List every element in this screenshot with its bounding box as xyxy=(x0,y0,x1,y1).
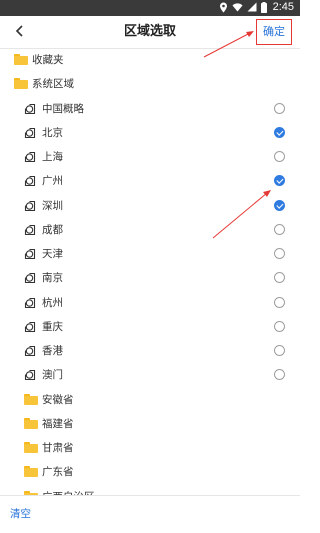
region-label: 成都 xyxy=(42,223,63,236)
region-row[interactable]: 成都 xyxy=(0,218,300,242)
back-button[interactable] xyxy=(10,21,30,41)
region-tree: 收藏夹 系统区域 中国概略北京上海广州深圳成都天津南京杭州重庆香港澳门 安徽省福… xyxy=(0,48,300,509)
region-label: 澳门 xyxy=(42,369,63,382)
region-row[interactable]: 天津 xyxy=(0,242,300,266)
folder-label: 收藏夹 xyxy=(32,54,64,66)
region-label: 中国概略 xyxy=(42,102,84,115)
wifi-icon xyxy=(232,3,243,12)
map-region-icon xyxy=(24,297,36,308)
location-icon xyxy=(219,2,227,12)
region-checkbox[interactable] xyxy=(274,223,285,235)
map-region-icon xyxy=(24,248,36,260)
map-region-icon xyxy=(24,176,36,187)
region-checkbox[interactable] xyxy=(274,248,285,259)
region-checkbox[interactable] xyxy=(274,102,285,114)
folder-row-system[interactable]: 系统区域 xyxy=(0,72,300,96)
folder-icon xyxy=(14,78,28,90)
folder-label: 甘肃省 xyxy=(42,442,74,454)
region-checkbox[interactable] xyxy=(274,369,285,381)
province-folder-row[interactable]: 甘肃省 xyxy=(0,436,300,460)
folder-icon xyxy=(24,417,38,429)
region-row[interactable]: 广州 xyxy=(0,169,300,193)
region-label: 香港 xyxy=(42,345,63,357)
region-label: 北京 xyxy=(42,126,63,139)
region-checkbox[interactable] xyxy=(274,175,285,187)
bottom-bar: 清空 xyxy=(0,495,300,533)
folder-icon xyxy=(24,393,38,405)
signal-icon xyxy=(247,2,257,12)
region-checkbox[interactable] xyxy=(274,199,285,211)
back-arrow-icon xyxy=(15,25,23,37)
region-row[interactable]: 澳门 xyxy=(0,363,300,387)
clear-button[interactable]: 清空 xyxy=(10,496,31,533)
folder-label: 广东省 xyxy=(42,466,74,479)
region-row[interactable]: 重庆 xyxy=(0,315,300,339)
region-checkbox[interactable] xyxy=(274,126,285,138)
status-time: 2:45 xyxy=(272,1,294,13)
folder-icon xyxy=(24,442,38,453)
map-region-icon xyxy=(24,370,36,381)
app-bar: 区域选取 确定 xyxy=(0,16,300,49)
folder-label: 福建省 xyxy=(42,417,74,430)
region-row[interactable]: 中国概略 xyxy=(0,97,300,121)
status-icons: 2:45 xyxy=(219,1,294,13)
map-region-icon xyxy=(24,200,36,211)
region-checkbox[interactable] xyxy=(274,272,285,284)
region-row[interactable]: 香港 xyxy=(0,339,300,363)
region-checkbox[interactable] xyxy=(274,345,285,356)
map-region-icon xyxy=(24,103,36,114)
map-region-icon xyxy=(24,345,36,357)
folder-icon xyxy=(24,466,38,478)
confirm-button[interactable]: 确定 xyxy=(256,19,292,45)
battery-icon xyxy=(260,1,267,13)
province-folder-row[interactable]: 广东省 xyxy=(0,460,300,484)
folder-icon xyxy=(14,54,28,65)
region-label: 重庆 xyxy=(42,320,63,333)
region-checkbox[interactable] xyxy=(274,320,285,332)
region-label: 杭州 xyxy=(42,296,63,309)
region-checkbox[interactable] xyxy=(274,151,285,162)
region-checkbox[interactable] xyxy=(274,296,285,308)
region-label: 广州 xyxy=(42,175,63,188)
region-label: 上海 xyxy=(42,151,63,163)
region-row[interactable]: 杭州 xyxy=(0,291,300,315)
map-region-icon xyxy=(24,151,36,163)
province-folder-row[interactable]: 安徽省 xyxy=(0,388,300,412)
province-folder-row[interactable]: 福建省 xyxy=(0,412,300,436)
region-label: 天津 xyxy=(42,248,63,260)
folder-row-favorites[interactable]: 收藏夹 xyxy=(0,48,300,72)
page-title: 区域选取 xyxy=(123,24,176,39)
folder-label: 安徽省 xyxy=(42,393,74,406)
region-row[interactable]: 南京 xyxy=(0,266,300,290)
region-label: 深圳 xyxy=(42,199,63,212)
region-row[interactable]: 上海 xyxy=(0,145,300,169)
map-region-icon xyxy=(24,224,36,235)
map-region-icon xyxy=(24,321,36,332)
map-region-icon xyxy=(24,273,36,284)
map-region-icon xyxy=(24,127,36,138)
folder-label: 系统区域 xyxy=(32,78,74,91)
region-row[interactable]: 北京 xyxy=(0,121,300,145)
region-label: 南京 xyxy=(42,272,63,285)
status-bar: 2:45 xyxy=(0,0,300,16)
region-row[interactable]: 深圳 xyxy=(0,194,300,218)
